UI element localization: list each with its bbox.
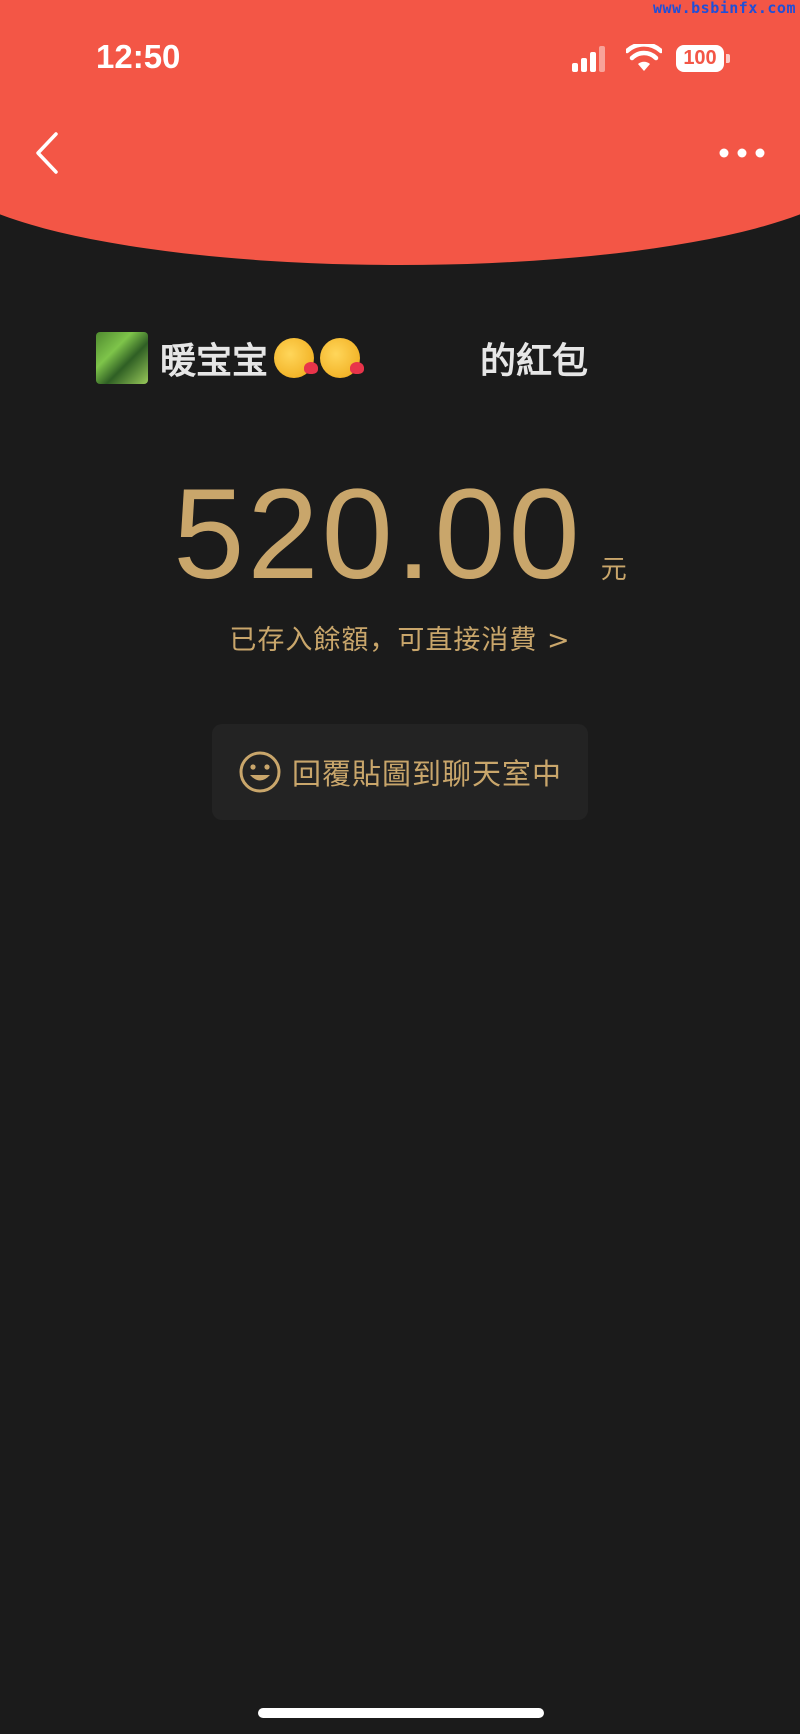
amount-row: 520.00 元 — [0, 470, 800, 600]
status-time: 12:50 — [96, 38, 181, 75]
amount-unit: 元 — [600, 555, 627, 585]
smile-icon — [239, 751, 281, 793]
cellular-signal-icon — [572, 46, 605, 72]
home-indicator[interactable] — [258, 1708, 544, 1718]
wifi-icon — [626, 44, 662, 71]
balance-link[interactable]: 已存入餘額，可直接消費 > — [0, 618, 800, 657]
more-dots-icon — [719, 148, 729, 158]
kissing-face-emoji-icon — [320, 338, 365, 378]
reply-sticker-label: 回覆貼圖到聊天室中 — [291, 757, 562, 791]
more-button[interactable] — [718, 140, 766, 166]
sender-name: 暖宝宝 — [160, 341, 269, 382]
kissing-face-emoji-icon — [274, 338, 319, 378]
red-envelope-detail-screen: www.bsbinfx.com 12:50 100 暖宝宝 的紅包 520.00… — [0, 0, 800, 1734]
redacted-area — [360, 338, 480, 378]
sender-avatar[interactable] — [96, 332, 148, 384]
battery-tip — [726, 54, 730, 63]
chevron-left-icon — [36, 132, 58, 174]
amount-value: 520.00 — [173, 463, 583, 606]
watermark-text: www.bsbinfx.com — [653, 0, 796, 17]
reply-sticker-button[interactable]: 回覆貼圖到聊天室中 — [212, 724, 588, 820]
back-button[interactable] — [28, 128, 68, 178]
envelope-title: 的紅包 — [480, 341, 589, 382]
battery-indicator: 100 — [676, 45, 730, 72]
sender-row: 暖宝宝 的紅包 — [96, 330, 588, 386]
battery-level: 100 — [676, 45, 724, 72]
